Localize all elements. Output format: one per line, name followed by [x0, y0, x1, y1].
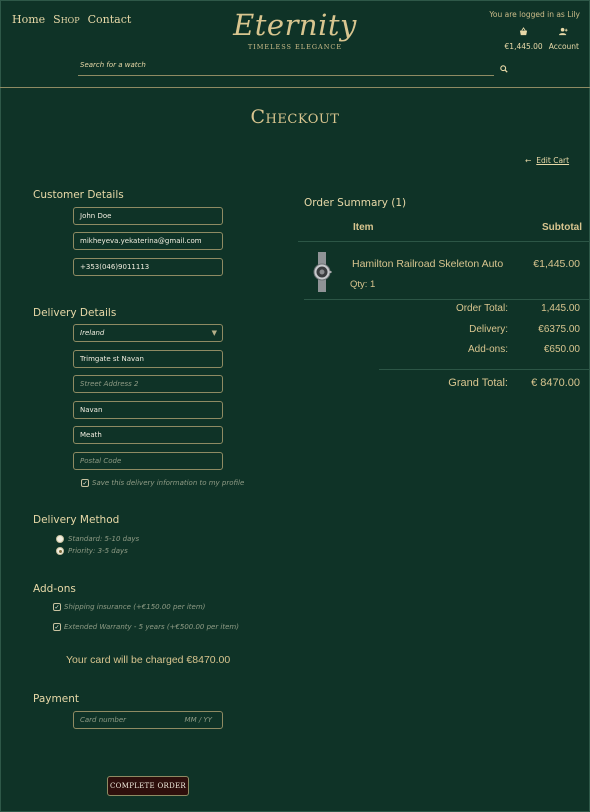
account-label: Account	[548, 42, 579, 51]
order-summary-title: Order Summary (1)	[304, 197, 407, 209]
chevron-down-icon: ▼	[211, 329, 217, 337]
radio-unselected-icon	[56, 535, 64, 543]
product-thumbnail[interactable]	[312, 252, 332, 292]
delivery-option-label: Priority: 3-5 days	[68, 547, 128, 555]
product-subtotal: €1,445.00	[533, 258, 580, 270]
order-total-label: Order Total:	[455, 303, 508, 314]
payment-title: Payment	[33, 693, 79, 705]
full-name-field[interactable]: John Doe	[73, 207, 223, 225]
column-subtotal: Subtotal	[542, 222, 582, 233]
header-divider	[0, 87, 590, 88]
postal-code-field[interactable]: Postal Code	[73, 452, 223, 470]
addons-cost-value: €650.00	[543, 344, 580, 355]
checkbox-checked-icon: ✓	[53, 623, 61, 631]
delivery-option-standard[interactable]: Standard: 5-10 days	[56, 535, 139, 543]
delivery-option-label: Standard: 5-10 days	[68, 535, 140, 543]
order-total-value: 1,445.00	[541, 303, 580, 314]
addon-label: Shipping insurance (+€150.00 per item)	[64, 603, 206, 611]
delivery-cost-value: €6375.00	[538, 324, 580, 335]
user-icon	[549, 27, 579, 40]
cart-total: €1,445.00	[504, 42, 543, 51]
addon-shipping-insurance[interactable]: ✓ Shipping insurance (+€150.00 per item)	[53, 603, 205, 611]
delivery-method-title: Delivery Method	[33, 514, 120, 526]
customer-details-title: Customer Details	[33, 189, 124, 201]
product-name[interactable]: Hamilton Railroad Skeleton Auto	[352, 258, 503, 270]
checkbox-checked-icon: ✓	[81, 479, 89, 487]
search-input[interactable]: Search for a watch	[78, 61, 494, 76]
search-icon[interactable]	[500, 65, 508, 73]
street-address-2-field[interactable]: Street Address 2	[73, 375, 223, 393]
grand-total-value: € 8470.00	[531, 377, 580, 389]
addon-label: Extended Warranty - 5 years (+€500.00 pe…	[64, 623, 239, 631]
town-field[interactable]: Navan	[73, 401, 223, 419]
grand-total-label: Grand Total:	[448, 377, 508, 389]
product-qty: Qty: 1	[350, 279, 376, 290]
delivery-option-priority[interactable]: Priority: 3-5 days	[56, 547, 128, 555]
column-item: Item	[353, 222, 374, 233]
edit-cart-label: Edit Cart	[536, 156, 570, 165]
addon-extended-warranty[interactable]: ✓ Extended Warranty - 5 years (+€500.00 …	[53, 623, 239, 631]
arrow-left-icon: ←	[525, 156, 532, 165]
addons-title: Add-ons	[33, 583, 76, 595]
card-input[interactable]: Card number MM / YY	[73, 711, 223, 729]
country-select[interactable]: Ireland ▼	[73, 324, 223, 342]
charge-notice: Your card will be charged €8470.00	[66, 654, 231, 666]
basket-icon	[505, 27, 543, 40]
delivery-details-title: Delivery Details	[33, 307, 117, 319]
email-field[interactable]: mikheyeva.yekaterina@gmail.com	[73, 232, 223, 250]
save-delivery-label: Save this delivery information to my pro…	[92, 479, 245, 487]
expiry-placeholder: MM / YY	[184, 716, 212, 724]
street-address-1-field[interactable]: Trimgate st Navan	[73, 350, 223, 368]
radio-selected-icon	[56, 547, 64, 555]
login-status: You are logged in as Lily	[489, 10, 580, 19]
summary-header-divider	[298, 241, 590, 242]
complete-order-button[interactable]: COMPLETE ORDER	[107, 776, 189, 796]
addons-cost-label: Add-ons:	[467, 344, 508, 355]
brand-tagline: TIMELESS ELEGANCE	[247, 43, 343, 51]
country-value: Ireland	[80, 329, 105, 337]
summary-item-divider	[304, 299, 590, 300]
summary-totals-divider	[379, 369, 590, 370]
phone-field[interactable]: +353(046)9011113	[73, 258, 223, 276]
card-number-placeholder: Card number	[80, 716, 127, 724]
cart-button[interactable]: €1,445.00	[505, 27, 543, 51]
account-area: €1,445.00 Account	[505, 27, 579, 51]
account-button[interactable]: Account	[549, 27, 579, 51]
checkbox-checked-icon: ✓	[53, 603, 61, 611]
page-title: Checkout	[250, 106, 340, 128]
save-delivery-checkbox[interactable]: ✓ Save this delivery information to my p…	[81, 479, 244, 487]
delivery-cost-label: Delivery:	[469, 324, 508, 335]
edit-cart-link[interactable]: ← Edit Cart	[525, 156, 569, 165]
county-field[interactable]: Meath	[73, 426, 223, 444]
